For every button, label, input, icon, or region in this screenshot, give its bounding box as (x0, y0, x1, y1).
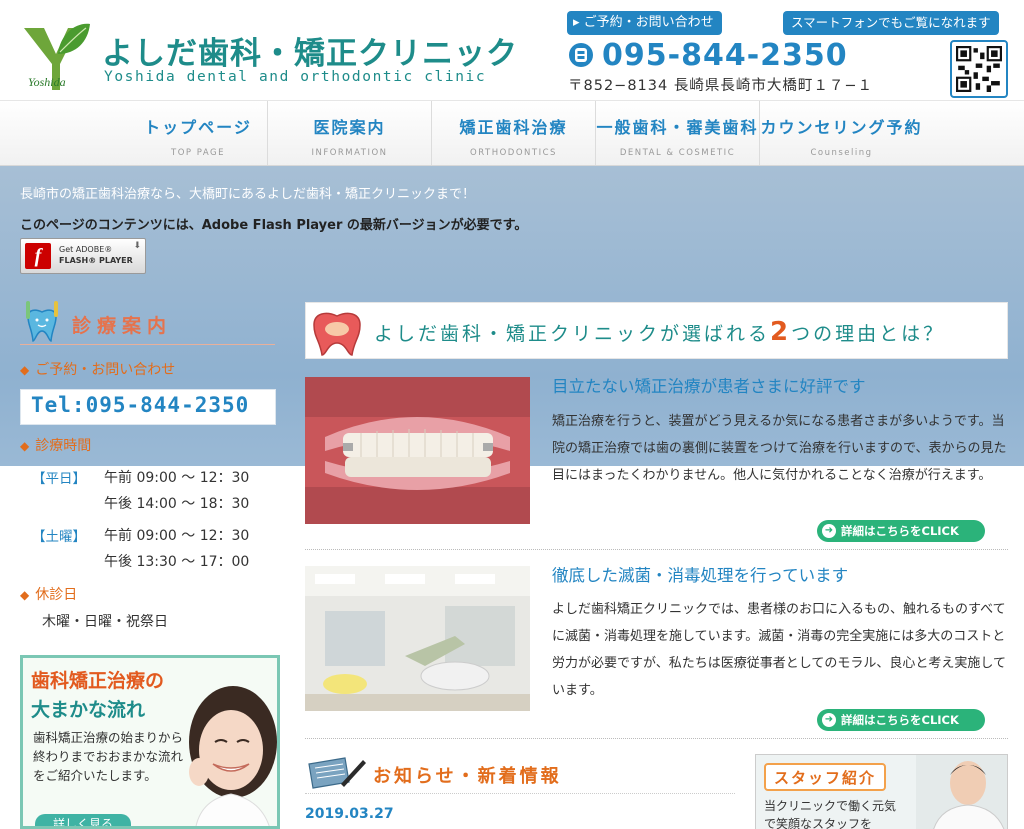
divider (305, 549, 1008, 550)
nav-sublabel: INFORMATION (311, 148, 388, 158)
diamond-bullet-icon: ◆ (20, 363, 30, 377)
site-header: Yoshida よしだ歯科・矯正クリニック Yoshida dental and… (0, 0, 1024, 100)
reasons-count: 2 (770, 317, 792, 347)
clinic-room-photo (305, 566, 530, 711)
contact-heading: ◆ ご予約・お問い合わせ (20, 359, 175, 379)
news-date: 2019.03.27 (305, 806, 394, 822)
diamond-bullet-icon: ◆ (20, 588, 30, 602)
weekday-label: 【平日】 (32, 471, 86, 487)
download-arrow-icon: ⬇ (133, 241, 141, 251)
feature-1-detail-button[interactable]: ➜ 詳細はこちらをCLICK (817, 520, 985, 542)
hours-heading-text: 診療時間 (35, 438, 92, 454)
staff-photo (916, 755, 1007, 829)
treatment-flow-banner[interactable]: 歯科矯正治療の 大まかな流れ 歯科矯正治療の始まりから終わりまでおおまかな流れを… (20, 655, 280, 829)
nav-sublabel: Counseling (810, 148, 873, 158)
logo-subtitle: Yoshida dental and orthodontic clinic (104, 69, 487, 85)
tooth-toothbrush-icon (26, 301, 58, 342)
notebook-pen-icon (308, 757, 366, 789)
arrow-right-icon: ➜ (822, 524, 836, 538)
weekday-am-hours: 午前 09:00 〜 12：30 (104, 470, 250, 486)
flash-button-line1: Get ADOBE® (59, 245, 113, 254)
nav-sublabel: ORTHODONTICS (470, 148, 557, 158)
nav-label: 一般歯科・審美歯科 (596, 118, 759, 137)
detail-button-label: 詳細はこちらをCLICK (841, 713, 959, 727)
flow-banner-description: 歯科矯正治療の始まりから終わりまでおおまかな流れをご紹介いたします。 (33, 730, 184, 783)
page: Yoshida よしだ歯科・矯正クリニック Yoshida dental and… (0, 0, 1024, 829)
contact-tag-label: ご予約・お問い合わせ (583, 15, 714, 30)
telephone-icon (569, 43, 593, 67)
reasons-heading: よしだ歯科・矯正クリニックが選ばれる2つの理由とは？ (305, 302, 1008, 359)
sidebar-phone-box[interactable]: Tel:095-844-2350 (20, 389, 276, 425)
closed-days-heading-text: 休診日 (35, 587, 78, 603)
saturday-pm-hours: 午後 13:30 〜 17：00 (104, 554, 250, 570)
nav-item-counseling[interactable]: カウンセリング予約 Counseling (759, 101, 923, 165)
reasons-heading-text: よしだ歯科・矯正クリニックが選ばれる2つの理由とは？ (374, 317, 945, 347)
smartphone-banner[interactable]: スマートフォンでもご覧になれます (783, 11, 1008, 99)
tagline: 長崎市の矯正歯科治療なら、大橋町にあるよしだ歯科・矯正クリニックまで！ (20, 187, 476, 202)
nav-sublabel: DENTAL & COSMETIC (619, 148, 736, 158)
contact-tag: ▸ ご予約・お問い合わせ (567, 11, 722, 35)
nav-item-dental-cosmetic[interactable]: 一般歯科・審美歯科 DENTAL & COSMETIC (595, 101, 759, 165)
sidebar-title-text: 診療案内 (72, 315, 173, 337)
arrow-right-icon: ➜ (822, 713, 836, 727)
nav-label: 矯正歯科治療 (459, 118, 568, 137)
nav-label: 医院案内 (313, 118, 386, 137)
nav-item-information[interactable]: 医院案内 INFORMATION (267, 101, 431, 165)
detail-button-label: 詳細はこちらをCLICK (841, 524, 959, 538)
global-nav: トップページ TOP PAGE 医院案内 INFORMATION 矯正歯科治療 … (0, 100, 1024, 166)
nav-label: トップページ (144, 118, 252, 137)
logo-leaf-icon[interactable]: Yoshida (20, 20, 92, 92)
reasons-heading-pre: よしだ歯科・矯正クリニックが選ばれる (374, 323, 771, 345)
chevron-right-icon: ▸ (573, 15, 580, 30)
diamond-bullet-icon: ◆ (20, 439, 30, 453)
reasons-heading-post: つの理由とは？ (791, 323, 946, 345)
flash-button-line2: FLASH® PLAYER (59, 256, 133, 265)
flash-notice: このページのコンテンツには、Adobe Flash Player の最新バージョ… (20, 218, 528, 233)
news-heading: お知らせ・新着情報 (305, 752, 735, 794)
feature-2-body: よしだ歯科矯正クリニックでは、患者様のお口に入るもの、触れるものすべてに滅菌・消… (552, 602, 1006, 698)
feature-2-title[interactable]: 徹底した滅菌・消毒処理を行っています (552, 562, 848, 586)
nav-item-top-page[interactable]: トップページ TOP PAGE (116, 101, 280, 165)
flow-banner-more-button[interactable]: 詳しく見る (35, 814, 131, 826)
contact-heading-text: ご予約・お問い合わせ (35, 362, 176, 378)
sidebar-phone-number[interactable]: Tel:095-844-2350 (31, 393, 249, 417)
divider (305, 738, 1008, 739)
tooth-handshake-icon (313, 312, 361, 356)
logo-script: Yoshida (28, 75, 66, 89)
staff-banner-title: スタッフ紹介 (764, 763, 887, 791)
flow-banner-title-2: 大まかな流れ (31, 699, 146, 721)
closed-days: 木曜・日曜・祝祭日 (42, 614, 168, 630)
saturday-label: 【土曜】 (32, 529, 86, 545)
weekday-pm-hours: 午後 14:00 〜 18：30 (104, 496, 250, 512)
nav-item-orthodontics[interactable]: 矯正歯科治療 ORTHODONTICS (431, 101, 595, 165)
staff-banner-description: 当クリニックで働く元気で笑顔なスタッフを (764, 799, 897, 829)
closed-days-heading: ◆ 休診日 (20, 584, 77, 604)
qr-code-icon (950, 40, 1008, 98)
smiling-woman-image (189, 686, 277, 826)
news-heading-text: お知らせ・新着情報 (373, 766, 562, 787)
sidebar-title: 診療案内 (20, 295, 275, 345)
hours-heading: ◆ 診療時間 (20, 435, 91, 455)
saturday-am-hours: 午前 09:00 〜 12：30 (104, 528, 250, 544)
flow-banner-title-1: 歯科矯正治療の (31, 670, 165, 692)
staff-intro-banner[interactable]: スタッフ紹介 当クリニックで働く元気で笑顔なスタッフを (755, 754, 1008, 829)
feature-1-body: 矯正治療を行うと、装置がどう見えるか気になる患者さまが多いようです。当院の矯正治… (552, 414, 1007, 483)
feature-1-title[interactable]: 目立たない矯正治療が患者さまに好評です (552, 373, 866, 397)
flash-logo-icon: f (25, 243, 51, 269)
logo-title[interactable]: よしだ歯科・矯正クリニック (102, 28, 518, 73)
feature-2-detail-button[interactable]: ➜ 詳細はこちらをCLICK (817, 709, 985, 731)
nav-label: カウンセリング予約 (760, 118, 923, 137)
nav-sublabel: TOP PAGE (171, 148, 225, 158)
smartphone-tag: スマートフォンでもご覧になれます (783, 11, 999, 35)
get-flash-player-button[interactable]: f Get ADOBE® FLASH® PLAYER ⬇ (20, 238, 146, 274)
teeth-photo (305, 377, 530, 524)
